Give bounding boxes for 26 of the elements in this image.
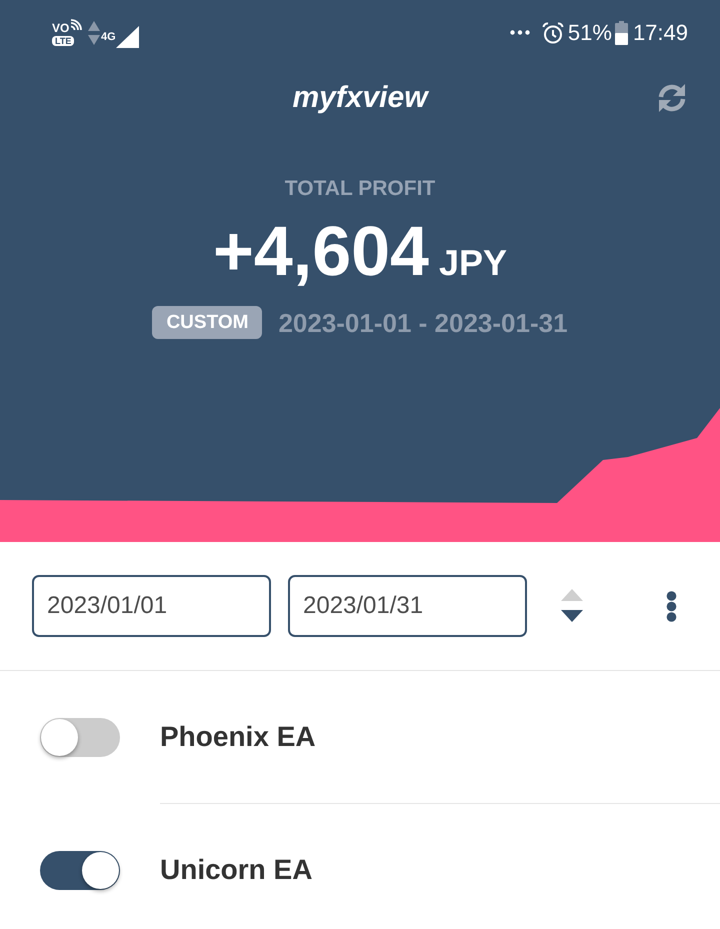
signal-icon (116, 26, 139, 48)
ea-name: Unicorn EA (160, 853, 312, 887)
volte-label: VO (52, 22, 70, 34)
battery-percent: 51% (568, 20, 612, 44)
lte-badge: LTE (52, 36, 74, 46)
alarm-icon (542, 22, 564, 44)
data-arrows-icon (88, 20, 100, 44)
toggle-switch[interactable] (40, 718, 120, 756)
menu-icon[interactable] (666, 590, 677, 622)
end-date-field[interactable]: 2023/01/31 (288, 575, 527, 637)
total-profit-label: TOTAL PROFIT (284, 177, 436, 201)
ea-name: Phoenix EA (160, 720, 316, 754)
signal-waves-icon (70, 19, 82, 31)
app-title: myfxview (292, 80, 428, 116)
clock-time: 17:49 (632, 20, 688, 44)
sort-icon[interactable] (561, 589, 583, 623)
currency-label: JPY (439, 243, 508, 283)
start-date-field[interactable]: 2023/01/01 (32, 575, 271, 637)
refresh-icon[interactable] (656, 82, 688, 114)
period-range: 2023-01-01 - 2023-01-31 (278, 308, 568, 338)
toggle-switch[interactable] (40, 850, 120, 890)
period-badge: CUSTOM (152, 306, 262, 339)
network-type-label: 4G (101, 32, 116, 42)
more-dots-icon (510, 30, 530, 35)
battery-icon (614, 20, 628, 44)
profit-amount: +4,604 (212, 216, 429, 286)
